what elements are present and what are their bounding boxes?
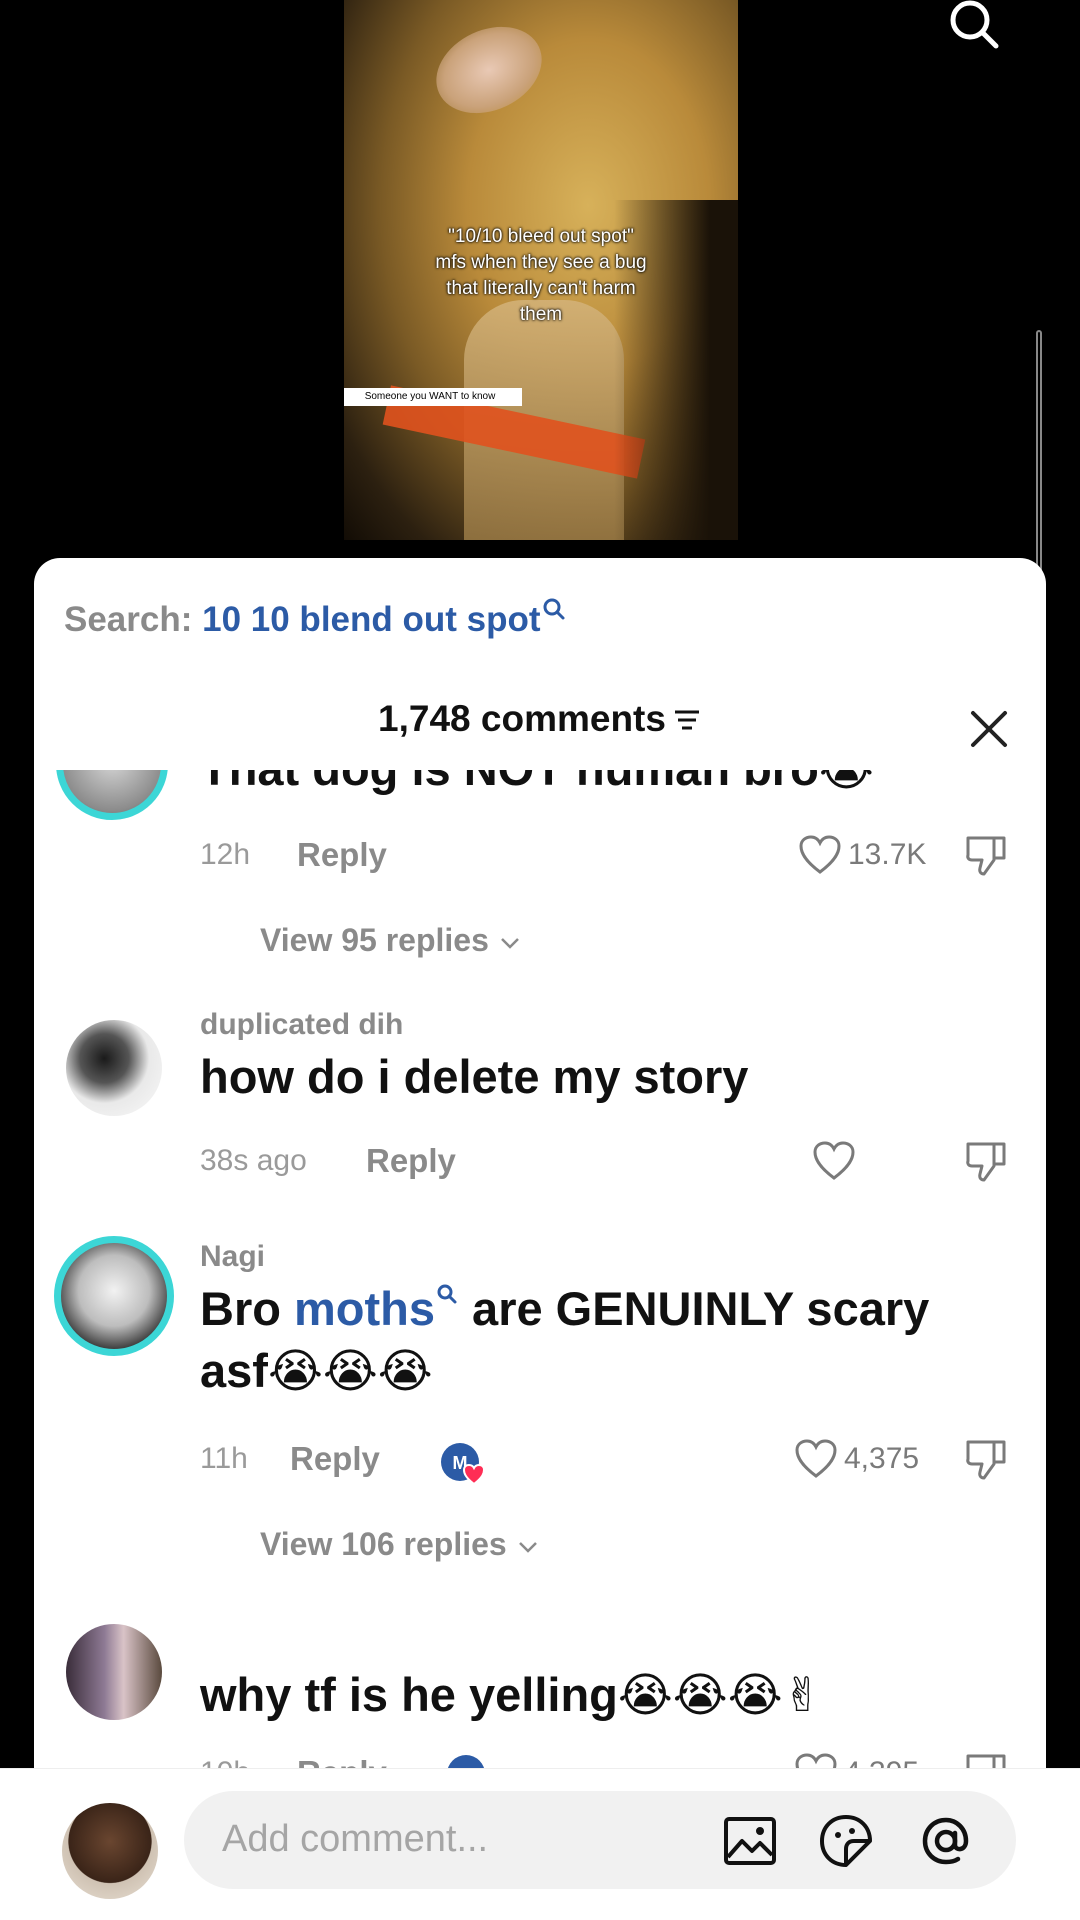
comment-time: 12h <box>200 838 251 871</box>
image-icon <box>724 1817 776 1865</box>
search-term-link[interactable]: 10 10 blend out spot <box>202 600 540 639</box>
video-caption-line: them <box>519 304 563 325</box>
avatar[interactable] <box>54 1236 174 1356</box>
comment-text: how do i delete my story <box>200 1050 749 1103</box>
dislike-button[interactable] <box>964 1750 1008 1770</box>
comment-keyword-link[interactable]: moths <box>294 1282 435 1335</box>
search-suggestion[interactable]: Search: 10 10 blend out spot <box>64 598 567 644</box>
reply-button[interactable]: Reply <box>366 1142 456 1180</box>
video-caption-line: that literally can't harm <box>446 278 636 299</box>
comment-count: 1,748 comments <box>378 698 666 739</box>
comment-text-line: asf😭😭😭 <box>200 1340 1020 1403</box>
comment-text-body: Bro <box>200 1282 294 1335</box>
avatar[interactable] <box>66 1020 162 1116</box>
comment-username[interactable]: Nagi <box>200 1240 265 1274</box>
comment-username[interactable]: duplicated dih <box>200 1008 403 1042</box>
creator-liked-badge-icon <box>447 1755 485 1770</box>
image-button[interactable] <box>722 1813 778 1869</box>
close-icon <box>971 711 1007 747</box>
dislike-button[interactable] <box>964 1436 1008 1487</box>
reply-button[interactable]: Reply <box>297 836 387 874</box>
search-mini-icon <box>437 1284 457 1304</box>
comment-input[interactable] <box>222 1811 722 1867</box>
comment-emoji: 😭 <box>819 770 874 797</box>
like-button[interactable]: 4,375 <box>794 1438 919 1480</box>
like-button[interactable] <box>812 1140 862 1182</box>
comments-sheet: Search: 10 10 blend out spot 1,748 comme… <box>34 558 1046 1920</box>
like-count: 13.7K <box>848 838 927 871</box>
comment-input-pill[interactable] <box>184 1791 1016 1889</box>
comment-text-body: asf <box>200 1344 268 1397</box>
sort-icon <box>674 710 699 730</box>
comment-input-bar <box>0 1768 1080 1920</box>
like-count: 4,375 <box>844 1442 920 1475</box>
comment-time: 11h <box>200 1442 248 1475</box>
search-button[interactable] <box>940 0 1006 52</box>
video-caption-line: "10/10 bleed out spot" <box>448 226 634 247</box>
heart-icon <box>813 1141 855 1180</box>
video-caption-line: mfs when they see a bug <box>435 252 647 273</box>
chevron-down-icon <box>518 1542 537 1553</box>
creator-liked-badge-icon: M <box>441 1443 486 1486</box>
comment-text: why tf is he yelling😭😭😭✌ <box>200 1664 822 1727</box>
video-player[interactable]: "10/10 bleed out spot" mfs when they see… <box>0 0 1080 640</box>
my-avatar[interactable] <box>62 1803 158 1899</box>
video-tag: Someone you WANT to know <box>344 388 522 406</box>
dislike-button[interactable] <box>964 1138 1008 1189</box>
dislike-icon <box>966 1754 1006 1770</box>
comment-text: Bro moths are GENUINLY scary asf😭😭😭 <box>200 1278 1020 1403</box>
comment-list[interactable]: That dog is NOT human bro😭 12h Reply 13.… <box>34 770 1046 1770</box>
comment-text: That dog is NOT human bro😭 <box>200 770 874 801</box>
avatar[interactable] <box>66 1624 162 1720</box>
comments-count-header: 1,748 comments <box>34 698 1046 742</box>
search-icon <box>950 0 999 49</box>
video-frame[interactable]: "10/10 bleed out spot" mfs when they see… <box>344 0 738 540</box>
comment-emoji: 😭😭😭✌ <box>617 1668 822 1723</box>
close-button[interactable] <box>966 706 1012 752</box>
dislike-button[interactable] <box>964 832 1008 883</box>
sticker-icon <box>820 1815 872 1867</box>
heart-icon <box>795 1439 837 1478</box>
dislike-icon <box>966 836 1006 876</box>
chevron-down-icon <box>500 938 519 949</box>
view-replies-label: View 95 replies <box>260 922 489 958</box>
sort-button[interactable] <box>672 700 702 742</box>
heart-icon <box>799 835 841 874</box>
dog-snout-shape <box>422 10 556 130</box>
view-replies-button[interactable]: View 106 replies <box>260 1526 540 1563</box>
search-label: Search: <box>64 600 203 639</box>
comment-text-line: Bro moths are GENUINLY scary <box>200 1278 1020 1340</box>
view-replies-button[interactable]: View 95 replies <box>260 922 522 959</box>
comment-text-body: why tf is he yelling <box>200 1668 618 1721</box>
mention-button[interactable] <box>918 1813 974 1869</box>
sticker-button[interactable] <box>818 1813 874 1869</box>
view-replies-label: View 106 replies <box>260 1526 507 1562</box>
comment-emoji: 😭😭😭 <box>267 1344 433 1399</box>
video-caption: "10/10 bleed out spot" mfs when they see… <box>364 224 718 328</box>
dislike-icon <box>966 1142 1006 1182</box>
dislike-icon <box>966 1440 1006 1480</box>
comment-time: 38s ago <box>200 1144 307 1177</box>
avatar[interactable] <box>56 770 168 820</box>
comment-text-body: That dog is NOT human bro <box>200 770 819 795</box>
mention-icon <box>922 1817 969 1865</box>
search-mini-icon <box>543 598 565 620</box>
like-button[interactable]: 13.7K <box>798 834 926 876</box>
comment-text-body: are GENUINLY scary <box>459 1282 930 1335</box>
reply-button[interactable]: Reply <box>290 1440 380 1478</box>
